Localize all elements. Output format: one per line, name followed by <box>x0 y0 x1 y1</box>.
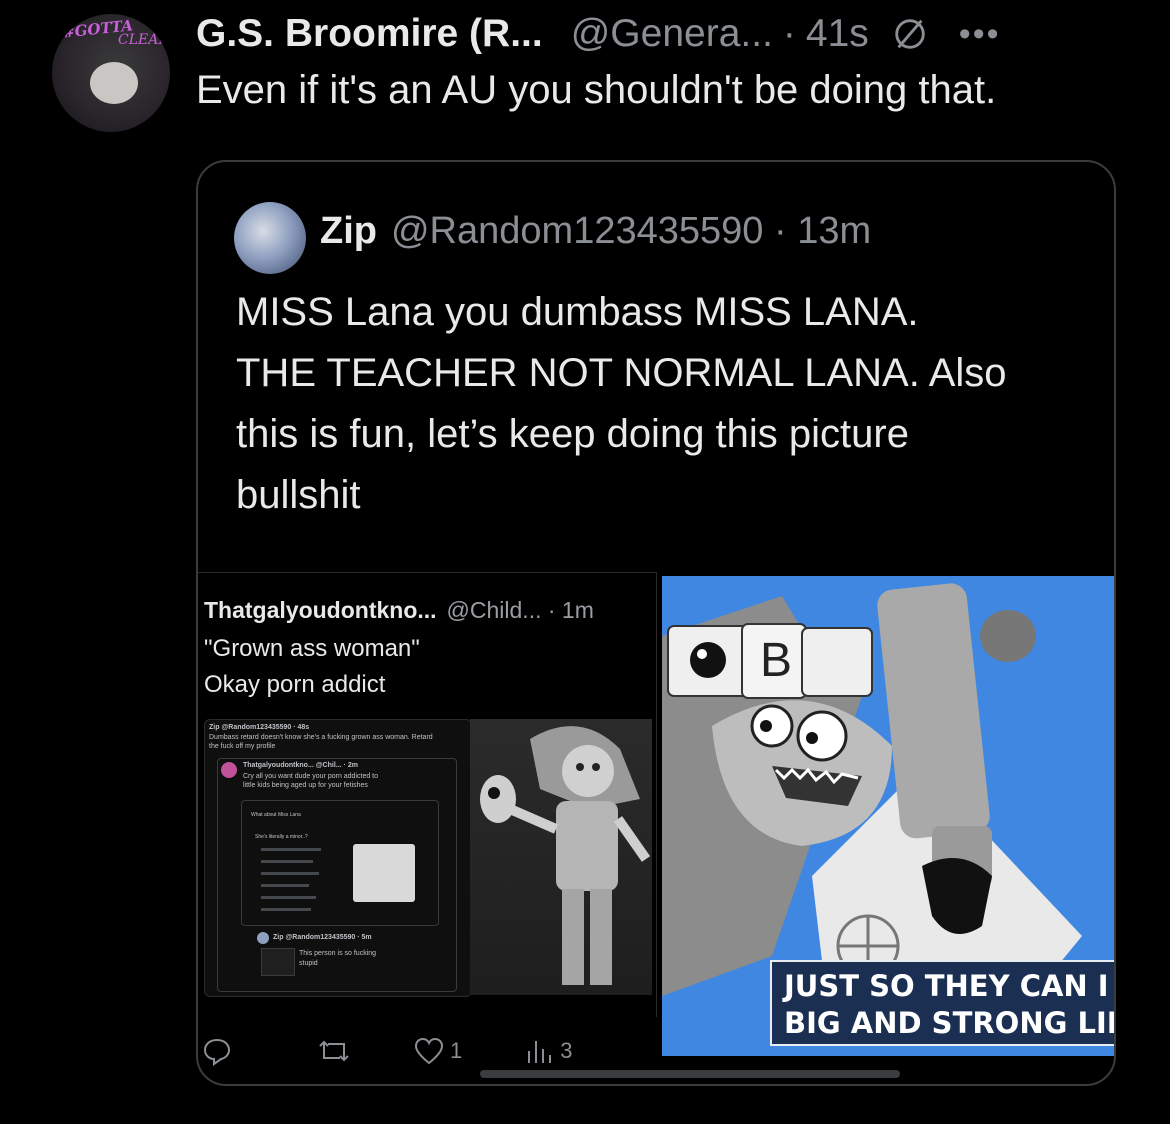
nested-zip2-text: This person is so fucking <box>299 950 377 957</box>
quoted-author-name[interactable]: Zip <box>320 210 377 252</box>
nested-row <box>261 860 313 863</box>
character-drawing <box>480 726 651 985</box>
quoted-tweet-header: Zip @Random123435590 · 13m <box>320 210 871 253</box>
quoted-tweet-text: MISS Lana you dumbass MISS LANA. THE TEA… <box>236 282 1096 526</box>
sign-letter: B <box>760 634 792 687</box>
nested-zip-line: Zip @Random123435590 · 48s <box>209 724 310 731</box>
media-image-screenshot[interactable]: Thatgalyoudontkno... @Child... · 1m "Grow… <box>198 572 657 1017</box>
image-caption: JUST SO THEY CAN I BIG AND STRONG LIKE <box>770 960 1116 1046</box>
reply-icon[interactable] <box>202 1036 232 1066</box>
nested-inner-q2: She's literally a minor..? <box>255 834 308 840</box>
nested-image <box>353 844 415 902</box>
nested-zip-text: the fuck off my profile <box>209 743 276 750</box>
nested-thumb <box>261 948 295 976</box>
nested-zip2-line: Zip @Random123435590 · 5m <box>273 934 372 941</box>
nested-zip2-text: stupid <box>299 960 318 967</box>
avatar-tag-2: CLEAN <box>118 32 170 48</box>
more-options-icon[interactable]: ••• <box>959 15 1001 54</box>
nested-screenshot: Zip @Random123435590 · 48s Dumbass retar… <box>204 719 472 997</box>
quoted-text-line: THE TEACHER NOT NORMAL LANA. Also <box>236 351 1007 395</box>
author-name[interactable]: G.S. Broomire (R... <box>196 12 543 56</box>
retweet-icon[interactable] <box>318 1036 350 1066</box>
embedded-text-line: "Grown ass woman" <box>204 635 420 662</box>
nested-zip-avatar <box>257 932 269 944</box>
quoted-author-handle[interactable]: @Random123435590 <box>391 210 763 252</box>
quoted-text-line: MISS Lana you dumbass MISS LANA. <box>236 290 919 334</box>
author-handle[interactable]: @Genera... <box>571 12 773 56</box>
like-icon[interactable] <box>414 1037 444 1065</box>
tweet-header: G.S. Broomire (R... @Genera... · 41s ••• <box>196 10 1001 58</box>
nested-avatar <box>221 762 237 778</box>
bottom-bar-hint <box>480 1070 900 1078</box>
like-count: 1 <box>450 1038 463 1063</box>
author-avatar[interactable]: #GOTTA CLEAN <box>52 14 170 132</box>
quoted-text-line: bullshit <box>236 473 361 517</box>
view-count: 3 <box>560 1038 573 1063</box>
caption-line: BIG AND STRONG LIKE <box>784 1006 1116 1040</box>
embedded-time: · 1m <box>547 597 594 623</box>
caption-line: JUST SO THEY CAN I <box>784 969 1109 1003</box>
nested-zip-text: Dumbass retard doesn't know she's a fuck… <box>209 734 433 741</box>
nested-row <box>261 848 321 851</box>
embedded-author-name: Thatgalyoudontkno... <box>204 597 437 623</box>
character-artwork <box>470 719 652 995</box>
media-image-cartoon[interactable]: B JUST SO THEY CAN I BIG AND STRONG LIKE <box>662 576 1116 1056</box>
embedded-action-bar: 1 3 <box>202 1034 622 1068</box>
tweet-text: Even if it's an AU you shouldn't be doin… <box>196 68 997 112</box>
avatar-face <box>90 62 138 104</box>
nested-tg-line: Thatgalyoudontkno... @Chil... · 2m <box>243 762 358 769</box>
tweet-time[interactable]: 41s <box>806 12 869 56</box>
embedded-author-handle: @Child... <box>446 597 542 623</box>
nested-inner-q: What about Miss Lana <box>251 812 301 818</box>
separator-dot: · <box>782 12 796 55</box>
nested-row <box>261 872 319 875</box>
muted-conversation-icon <box>895 19 925 49</box>
quoted-tweet-time[interactable]: 13m <box>797 210 871 252</box>
nested-tg-text: Cry all you want dude your porn addicted… <box>243 773 379 780</box>
nested-row <box>261 908 311 911</box>
embedded-text-line: Okay porn addict <box>204 671 386 698</box>
views-icon[interactable] <box>526 1037 552 1065</box>
nested-row <box>261 896 316 899</box>
nested-row <box>261 884 309 887</box>
embedded-tweet-header: Thatgalyoudontkno... @Child... · 1m <box>204 597 594 624</box>
quoted-tweet-card[interactable]: Zip @Random123435590 · 13m MISS Lana you … <box>196 160 1116 1086</box>
separator-dot: · <box>773 210 787 252</box>
quoted-text-line: this is fun, let’s keep doing this pictu… <box>236 412 909 456</box>
nested-tg-text: little kids being aged up for your fetis… <box>243 782 368 789</box>
quoted-author-avatar[interactable] <box>234 202 306 274</box>
